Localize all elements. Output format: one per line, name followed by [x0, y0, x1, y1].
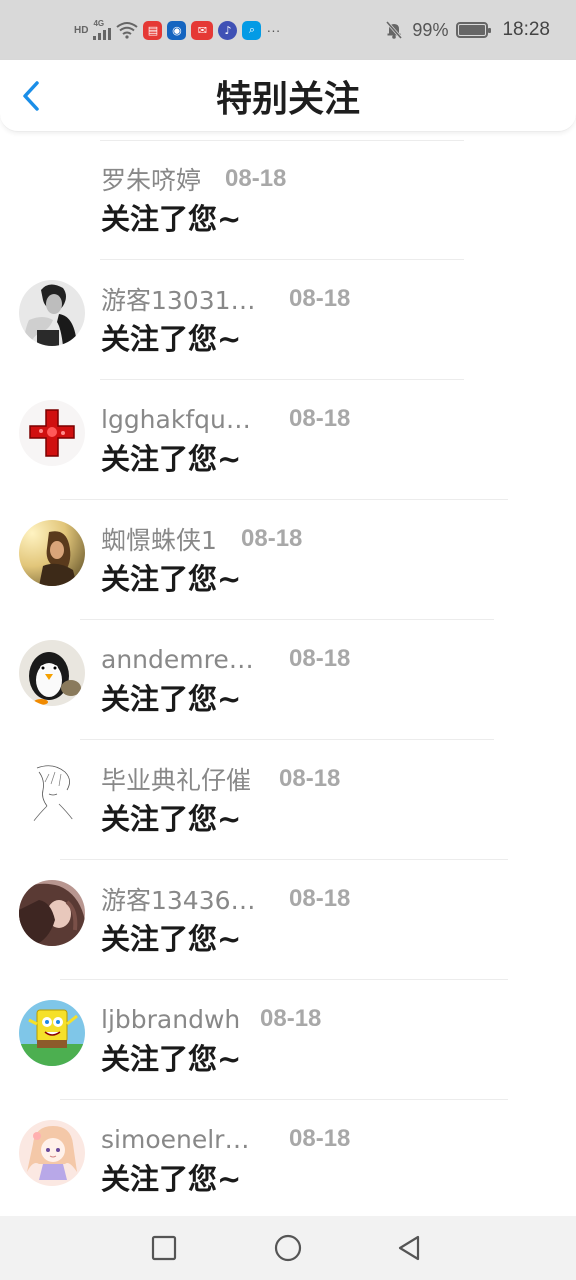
follow-message: 关注了您~ [101, 322, 242, 356]
follow-message: 关注了您~ [101, 202, 242, 236]
follow-message: 关注了您~ [101, 442, 242, 476]
list-item[interactable]: anndemre… 08-18 关注了您~ [0, 612, 576, 740]
avatar[interactable] [19, 280, 85, 346]
music-icon: ♪ [218, 20, 238, 40]
follow-message: 关注了您~ [101, 562, 242, 596]
home-button[interactable] [272, 1232, 304, 1264]
avatar[interactable] [19, 400, 85, 466]
status-left: HD 4G ▤ ◉ ✉ ♪ ⌕ ··· [74, 20, 280, 40]
avatar[interactable] [19, 1000, 85, 1066]
clock: 18:28 [502, 19, 550, 40]
follow-message: 关注了您~ [101, 682, 242, 716]
recent-apps-button[interactable] [148, 1232, 180, 1264]
nav-back-button[interactable] [394, 1232, 426, 1264]
list-item[interactable]: 游客13031… 08-18 关注了您~ [0, 252, 576, 380]
user-name[interactable]: ljbbrandwh [101, 1005, 240, 1034]
avatar[interactable] [19, 1120, 85, 1186]
more-notifications: ··· [266, 22, 281, 38]
follow-date: 08-18 [279, 765, 341, 792]
follow-date: 08-18 [225, 165, 287, 192]
user-name[interactable]: 毕业典礼仔催 [101, 761, 251, 797]
user-name[interactable]: 游客13031… [101, 281, 256, 317]
home-icon [274, 1234, 302, 1262]
list-item[interactable]: lgghakfqu… 08-18 关注了您~ [0, 372, 576, 500]
avatar[interactable] [19, 520, 85, 586]
follow-message: 关注了您~ [101, 802, 242, 836]
avatar[interactable] [19, 160, 85, 226]
follow-date: 08-18 [289, 285, 351, 312]
list-item[interactable]: ljbbrandwh 08-18 关注了您~ [0, 972, 576, 1100]
row-divider [100, 140, 464, 141]
lightbulb-icon: ◉ [167, 20, 187, 40]
status-right: 99% 18:28 [384, 19, 550, 41]
follow-date: 08-18 [241, 525, 303, 552]
user-name[interactable]: simoenelr… [101, 1125, 249, 1154]
recent-apps-icon [151, 1235, 177, 1261]
search-app-icon: ⌕ [242, 20, 262, 40]
avatar[interactable] [19, 760, 85, 826]
battery-icon [456, 22, 492, 38]
hd-indicator: HD [74, 24, 89, 36]
list-item[interactable]: 毕业典礼仔催 08-18 关注了您~ [0, 732, 576, 860]
list-item[interactable]: simoenelr… 08-18 关注了您~ [0, 1092, 576, 1212]
user-name[interactable]: 蜘憬蛛侠1 [101, 521, 217, 557]
app-mail-icon: ✉ [191, 20, 214, 40]
list-item[interactable]: 罗朱哜婷 08-18 关注了您~ [0, 132, 576, 260]
status-bar: HD 4G ▤ ◉ ✉ ♪ ⌕ ··· 99% 18:28 [0, 0, 576, 60]
follow-list: 罗朱哜婷 08-18 关注了您~ 游客13031… 08-18 关注了您~ lgghakfq… [0, 132, 576, 1216]
wifi-icon [116, 22, 139, 39]
list-item[interactable]: 游客13436… 08-18 关注了您~ [0, 852, 576, 980]
user-name[interactable]: anndemre… [101, 645, 254, 674]
follow-date: 08-18 [289, 885, 351, 912]
header: 特别关注 [0, 60, 576, 132]
avatar[interactable] [19, 640, 85, 706]
user-name[interactable]: 游客13436… [101, 881, 256, 917]
follow-date: 08-18 [260, 1005, 322, 1032]
follow-message: 关注了您~ [101, 922, 242, 956]
follow-date: 08-18 [289, 405, 351, 432]
avatar[interactable] [19, 880, 85, 946]
app-red-icon: ▤ [143, 20, 163, 40]
follow-date: 08-18 [289, 1125, 351, 1152]
page-title: 特别关注 [215, 79, 360, 120]
back-icon [398, 1235, 420, 1261]
signal-icon: 4G [93, 20, 112, 40]
follow-date: 08-18 [289, 645, 351, 672]
list-item[interactable]: 蜘憬蛛侠1 08-18 关注了您~ [0, 492, 576, 620]
bell-mute-icon [386, 21, 403, 39]
follow-message: 关注了您~ [101, 1042, 242, 1076]
follow-message: 关注了您~ [101, 1162, 242, 1196]
user-name[interactable]: 罗朱哜婷 [101, 161, 201, 197]
navigation-bar [0, 1216, 576, 1280]
battery-percent: 99% [412, 19, 449, 40]
user-name[interactable]: lgghakfqu… [101, 405, 251, 434]
